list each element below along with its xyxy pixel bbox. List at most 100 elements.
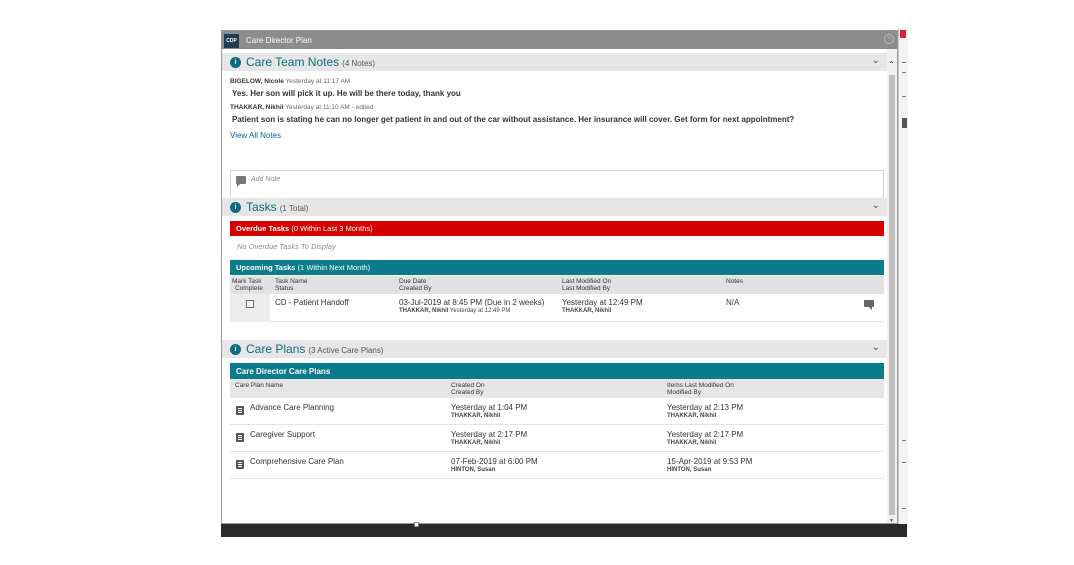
column-header-line: Last Modified By bbox=[562, 285, 611, 292]
care-plan-created-on: Yesterday at 2:17 PM bbox=[451, 430, 528, 439]
column-header-due-date[interactable]: Due Date Created By bbox=[399, 278, 432, 292]
task-modified-by: THAKKAR, Nikhil bbox=[562, 308, 612, 314]
comment-icon[interactable] bbox=[864, 300, 874, 310]
column-header-line: Complete bbox=[235, 285, 263, 292]
document-icon bbox=[236, 460, 244, 469]
care-plan-modified-by: THAKKAR, Nikhil bbox=[667, 413, 717, 419]
scrollbar-thumb[interactable] bbox=[889, 75, 895, 515]
section-count: (4 Notes) bbox=[342, 58, 376, 68]
column-header-line: Modified By bbox=[667, 389, 701, 396]
note-meta: THAKKAR, Nikhil Yesterday at 11:10 AM - … bbox=[230, 104, 373, 111]
note-time: Yesterday at 11:10 AM - edited bbox=[285, 104, 374, 111]
background-window-mark bbox=[902, 72, 906, 73]
column-header-line: Due Date bbox=[399, 278, 427, 285]
note-time: Yesterday at 11:17 AM bbox=[285, 78, 351, 85]
task-name[interactable]: CD - Patient Handoff bbox=[275, 298, 349, 307]
column-header-line: Status bbox=[275, 285, 294, 292]
column-header-care-plan-name[interactable]: Care Plan Name bbox=[235, 382, 283, 389]
care-plans-column-header-row: Care Plan Name Created On Created By Ite… bbox=[230, 379, 884, 398]
upcoming-tasks-bar: Upcoming Tasks (1 Within Next Month) bbox=[230, 260, 884, 275]
care-director-care-plans-bar: Care Director Care Plans bbox=[230, 363, 884, 379]
column-header-line: Created By bbox=[399, 285, 432, 292]
background-window-red-badge bbox=[900, 30, 906, 38]
vertical-scrollbar[interactable]: ⌃ ▼ bbox=[887, 49, 897, 523]
column-header-last-modified[interactable]: Last Modified On Last Modified By bbox=[562, 278, 611, 292]
overdue-tasks-detail: (0 Within Last 3 Months) bbox=[291, 224, 373, 233]
chevron-down-icon[interactable]: ⌄ bbox=[872, 55, 880, 66]
care-plan-modified-on: 15-Apr-2019 at 9:53 PM bbox=[667, 457, 753, 466]
background-window-mark bbox=[902, 96, 906, 97]
no-overdue-tasks-text: No Overdue Tasks To Display bbox=[237, 242, 336, 251]
chevron-down-icon[interactable]: ⌄ bbox=[872, 200, 880, 211]
dialog-title: Care Director Plan bbox=[246, 35, 312, 45]
section-header-tasks[interactable]: i Tasks (1 Total) ⌄ bbox=[222, 198, 889, 216]
note-author: THAKKAR, Nikhil bbox=[230, 104, 284, 111]
care-plan-created-by: THAKKAR, Nikhil bbox=[451, 413, 501, 419]
note-meta: BIGELOW, Nicole Yesterday at 11:17 AM bbox=[230, 78, 350, 85]
column-header-notes[interactable]: Notes bbox=[726, 278, 743, 285]
scroll-up-arrow-icon[interactable]: ⌃ bbox=[888, 61, 895, 69]
document-icon bbox=[236, 433, 244, 442]
care-plan-name[interactable]: Comprehensive Care Plan bbox=[250, 457, 344, 466]
care-plan-name[interactable]: Caregiver Support bbox=[250, 430, 315, 439]
note-author: BIGELOW, Nicole bbox=[230, 78, 284, 85]
background-window-mark bbox=[902, 508, 906, 509]
table-row[interactable]: CD - Patient Handoff 03-Jul-2019 at 8:45… bbox=[230, 294, 884, 322]
upcoming-tasks-label: Upcoming Tasks bbox=[236, 263, 296, 272]
column-header-line: Items Last Modified On bbox=[667, 382, 734, 389]
dialog-content: i Care Team Notes (4 Notes) ⌄ BIGELOW, N… bbox=[222, 49, 889, 523]
overdue-tasks-label: Overdue Tasks bbox=[236, 224, 290, 233]
app-logo: CDP bbox=[224, 34, 239, 48]
comment-icon bbox=[236, 176, 246, 187]
care-plan-created-on: Yesterday at 1:04 PM bbox=[451, 403, 528, 412]
info-circle-icon: i bbox=[230, 56, 241, 68]
care-plan-created-on: 07-Feb-2019 at 6:00 PM bbox=[451, 457, 538, 466]
column-header-line: Created On bbox=[451, 382, 485, 389]
column-header-line: Created By bbox=[451, 389, 484, 396]
care-plan-name[interactable]: Advance Care Planning bbox=[250, 403, 334, 412]
note-text: Patient son is stating he can no longer … bbox=[232, 115, 795, 124]
care-director-plan-dialog: CDP Care Director Plan × i Care Team Not… bbox=[221, 30, 898, 524]
care-plan-modified-by: HINTON, Susan bbox=[667, 467, 712, 473]
column-header-line: Last Modified On bbox=[562, 278, 612, 285]
table-row[interactable]: Comprehensive Care Plan 07-Feb-2019 at 6… bbox=[230, 452, 884, 479]
care-plans-group-label: Care Director Care Plans bbox=[236, 366, 331, 376]
background-window-scroll-thumb bbox=[902, 118, 907, 128]
resize-handle[interactable] bbox=[414, 522, 419, 527]
mark-complete-checkbox[interactable] bbox=[246, 300, 254, 308]
add-note-input[interactable]: Add Note bbox=[230, 170, 884, 200]
section-title: Tasks bbox=[246, 200, 277, 214]
section-header-care-team-notes[interactable]: i Care Team Notes (4 Notes) ⌄ bbox=[222, 53, 889, 71]
screen: CDP Care Director Plan × i Care Team Not… bbox=[0, 0, 1074, 565]
table-row[interactable]: Advance Care Planning Yesterday at 1:04 … bbox=[230, 398, 884, 425]
table-row[interactable]: Caregiver Support Yesterday at 2:17 PM T… bbox=[230, 425, 884, 452]
column-header-line: Mark Task bbox=[232, 278, 262, 285]
document-icon bbox=[236, 406, 244, 415]
task-created-by-name: THAKKAR, Nikhil bbox=[399, 308, 449, 314]
dialog-title-bar[interactable]: CDP Care Director Plan × bbox=[222, 31, 897, 49]
task-created-time: Yesterday at 12:49 PM bbox=[449, 308, 511, 314]
section-header-care-plans[interactable]: i Care Plans (3 Active Care Plans) ⌄ bbox=[222, 340, 889, 358]
care-plan-created-by: HINTON, Susan bbox=[451, 467, 496, 473]
column-header-mark-complete[interactable]: Mark Task Complete bbox=[232, 278, 263, 292]
column-header-items-modified[interactable]: Items Last Modified On Modified By bbox=[667, 382, 734, 396]
care-plan-modified-on: Yesterday at 2:17 PM bbox=[667, 430, 744, 439]
section-title: Care Team Notes bbox=[246, 55, 340, 69]
note-text: Yes. Her son will pick it up. He will be… bbox=[232, 89, 461, 98]
background-window-edge bbox=[898, 28, 908, 528]
task-last-modified: Yesterday at 12:49 PM bbox=[562, 298, 643, 307]
view-all-notes-link[interactable]: View All Notes bbox=[230, 131, 281, 140]
close-icon[interactable]: × bbox=[884, 34, 894, 44]
care-plan-created-by: THAKKAR, Nikhil bbox=[451, 440, 501, 446]
mark-complete-cell bbox=[230, 294, 270, 322]
tasks-column-header-row: Mark Task Complete Task Name Status Due … bbox=[230, 276, 884, 294]
task-created-by: THAKKAR, Nikhil Yesterday at 12:49 PM bbox=[399, 308, 510, 314]
section-count: (1 Total) bbox=[279, 203, 309, 213]
chevron-down-icon[interactable]: ⌄ bbox=[872, 342, 880, 353]
info-circle-icon: i bbox=[230, 343, 241, 355]
column-header-line: Task Name bbox=[275, 278, 308, 285]
column-header-task-name[interactable]: Task Name Status bbox=[275, 278, 308, 292]
bottom-bar bbox=[221, 522, 907, 537]
column-header-created[interactable]: Created On Created By bbox=[451, 382, 485, 396]
upcoming-tasks-detail: (1 Within Next Month) bbox=[297, 263, 371, 272]
